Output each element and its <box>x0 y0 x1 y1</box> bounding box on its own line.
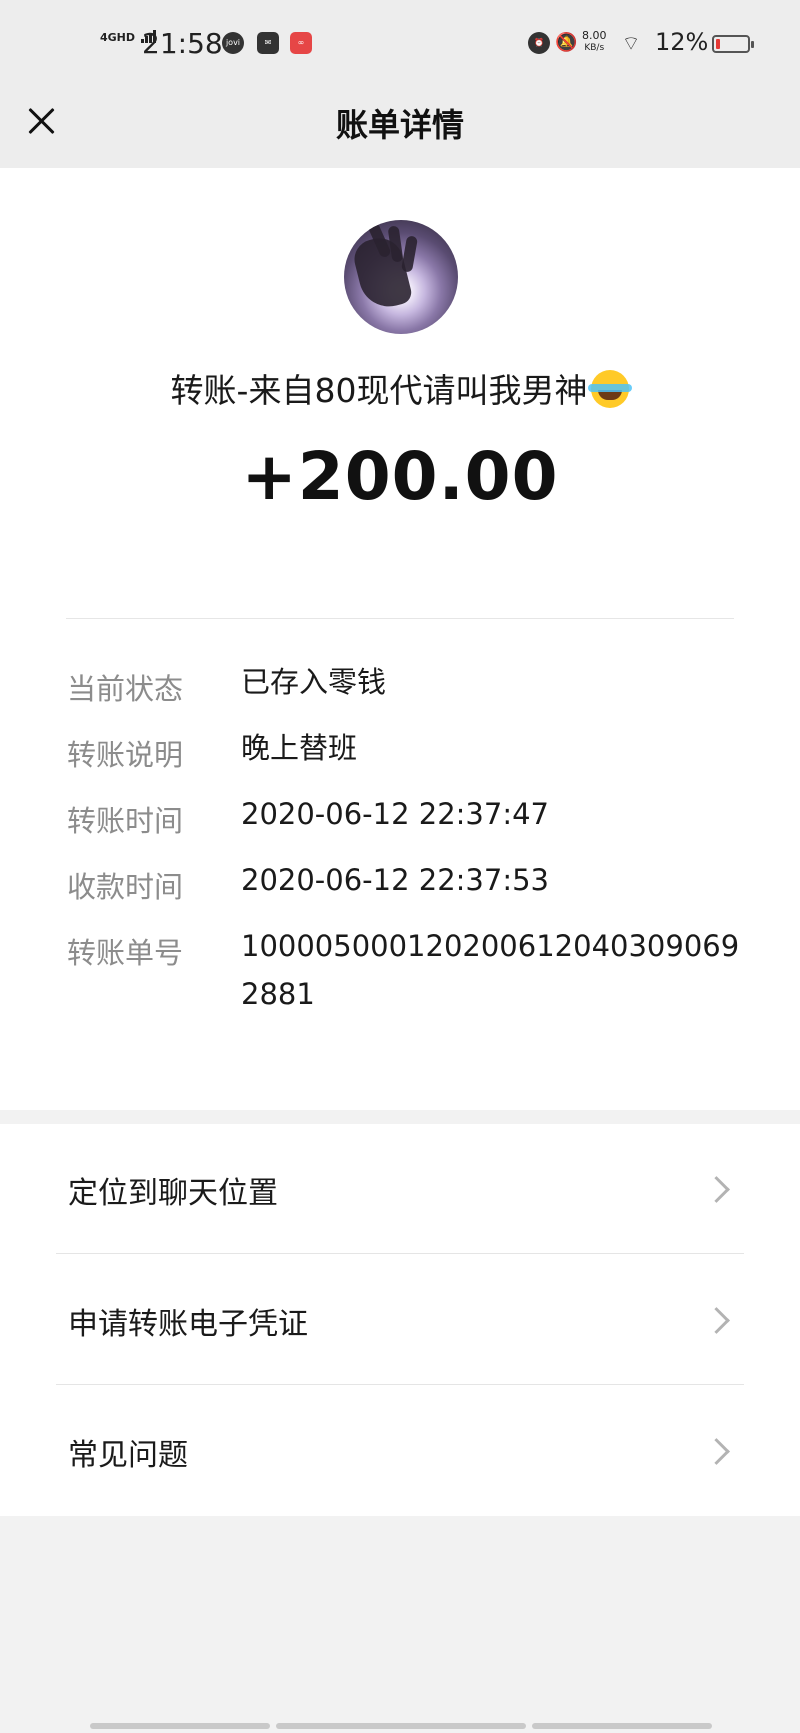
app-badge-icon: ∞ <box>290 32 312 54</box>
divider <box>66 618 734 619</box>
detail-label: 转账说明 <box>67 738 184 772</box>
detail-list: 当前状态 已存入零钱 转账说明 晚上替班 转账时间 2020-06-12 22:… <box>67 665 747 1040</box>
menu-item-label: 定位到聊天位置 <box>68 1176 278 1211</box>
detail-label: 收款时间 <box>67 870 184 904</box>
menu-item-label: 常见问题 <box>68 1438 188 1473</box>
avatar[interactable] <box>344 220 458 334</box>
detail-value: 已存入零钱 <box>241 665 387 699</box>
battery-percent: 12% <box>655 28 709 56</box>
detail-row-transfer-time: 转账时间 2020-06-12 22:37:47 <box>67 797 747 864</box>
laughing-tears-emoji-icon <box>588 370 633 408</box>
message-icon: ✉ <box>257 32 279 54</box>
speed-unit: KB/s <box>584 43 605 53</box>
detail-value: 晚上替班 <box>241 731 358 765</box>
home-indicator[interactable] <box>532 1723 712 1729</box>
detail-row-status: 当前状态 已存入零钱 <box>67 665 747 732</box>
transfer-id-value: 1000050001202006120403090692881 <box>241 929 740 1011</box>
speed-value: 8.00 <box>582 29 607 42</box>
network-type: 4GHD <box>100 31 136 44</box>
payer-text: 转账-来自80现代请叫我男神 <box>170 371 588 410</box>
battery-level <box>716 39 720 49</box>
divider <box>56 1253 744 1254</box>
divider <box>56 1384 744 1385</box>
page-title: 账单详情 <box>335 106 464 144</box>
detail-row-note: 转账说明 晚上替班 <box>67 731 747 798</box>
chevron-right-icon <box>703 1307 730 1334</box>
payer-line: 转账-来自80现代请叫我男神 <box>0 364 800 412</box>
menu-item-e-voucher[interactable]: 申请转账电子凭证 <box>56 1255 744 1385</box>
clock: 21:58 <box>142 27 223 60</box>
jovi-icon: jovi <box>222 32 244 54</box>
mute-icon: 🔕 <box>555 32 578 53</box>
home-indicator[interactable] <box>90 1723 270 1729</box>
detail-row-receive-time: 收款时间 2020-06-12 22:37:53 <box>67 863 747 930</box>
menu-item-locate-chat[interactable]: 定位到聊天位置 <box>56 1124 744 1254</box>
menu-item-label: 申请转账电子凭证 <box>68 1307 308 1342</box>
transfer-card: 转账-来自80现代请叫我男神 +200.00 当前状态 已存入零钱 转账说明 晚… <box>0 168 800 1110</box>
alarm-icon: ⏰ <box>528 32 550 54</box>
chevron-right-icon <box>703 1438 730 1465</box>
transfer-amount: +200.00 <box>241 438 559 515</box>
battery-icon <box>712 35 754 53</box>
detail-label: 转账单号 <box>67 936 184 970</box>
status-bar: 4GHD 21:58 jovi ✉ ∞ ⏰ 🔕 8.00 KB/s ⌔ 12% <box>0 0 800 90</box>
nav-bar: 账单详情 <box>0 90 800 168</box>
detail-row-transfer-id: 转账单号 1000050001202006120403090692881 <box>67 929 747 1040</box>
network-speed: 8.00 KB/s <box>582 30 607 54</box>
wifi-icon: ⌔ <box>621 31 641 55</box>
detail-label: 转账时间 <box>67 804 184 838</box>
menu-item-faq[interactable]: 常见问题 <box>56 1386 744 1516</box>
detail-label: 当前状态 <box>67 672 184 706</box>
detail-value: 2020-06-12 22:37:47 <box>241 797 549 831</box>
chevron-right-icon <box>703 1176 730 1203</box>
home-indicator[interactable] <box>276 1723 526 1729</box>
detail-value: 2020-06-12 22:37:53 <box>241 863 549 897</box>
action-menu: 定位到聊天位置 申请转账电子凭证 常见问题 <box>0 1124 800 1516</box>
